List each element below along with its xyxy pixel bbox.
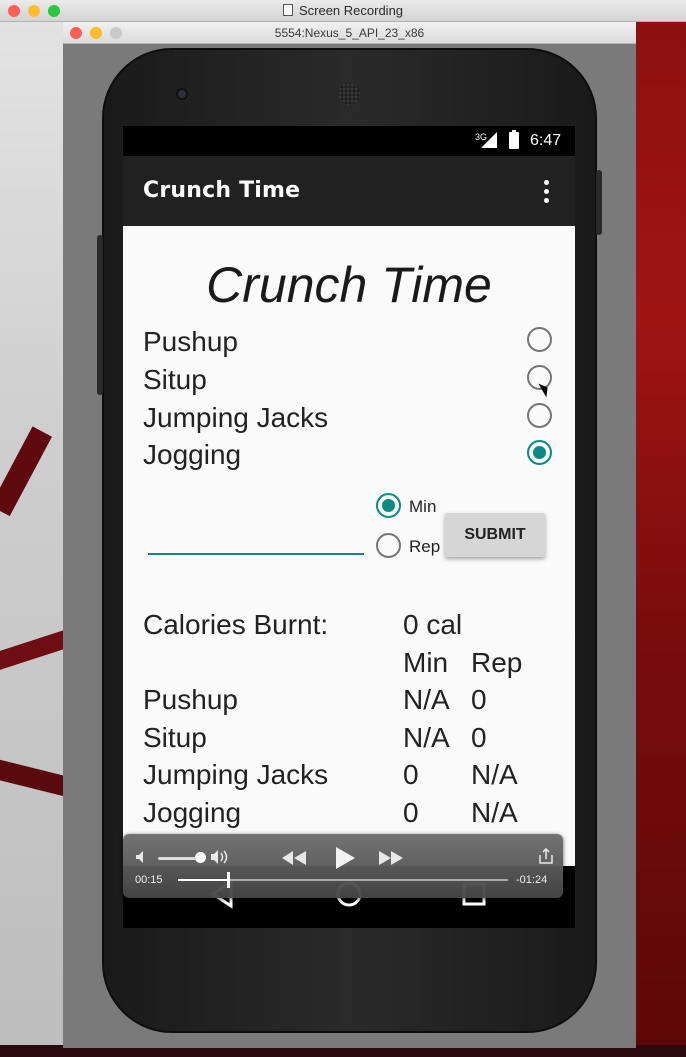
status-bar: 3G 6:47 — [123, 126, 575, 156]
earpiece-speaker — [338, 83, 360, 105]
table-cell-rep: N/A — [471, 797, 518, 828]
volume-high-icon[interactable] — [210, 849, 232, 865]
remaining-time: -01:24 — [516, 874, 548, 886]
scrubber-handle[interactable] — [227, 872, 230, 888]
volume-rocker[interactable] — [97, 235, 103, 395]
front-camera — [176, 88, 188, 100]
play-icon[interactable] — [334, 846, 356, 870]
exercise-label-situp: Situp — [143, 364, 207, 395]
radio-jogging[interactable] — [527, 440, 552, 465]
calories-value: 0 cal — [403, 609, 463, 640]
rewind-icon[interactable] — [281, 850, 307, 866]
calories-label: Calories Burnt: — [143, 609, 329, 640]
table-cell-rep: 0 — [471, 684, 487, 715]
radio-unit-min[interactable] — [376, 493, 401, 518]
table-row-name: Situp — [143, 722, 207, 753]
mac-window-title-bar: Screen Recording — [0, 0, 686, 22]
table-row-name: Jogging — [143, 797, 242, 828]
emulator-title-bar: 5554:Nexus_5_API_23_x86 — [63, 22, 636, 44]
volume-knob[interactable] — [195, 852, 206, 863]
status-time: 6:47 — [530, 132, 562, 149]
table-cell-min: N/A — [403, 722, 450, 753]
submit-button[interactable]: SUBMIT — [445, 513, 545, 557]
column-header-rep: Rep — [471, 647, 523, 678]
main-content: Crunch Time Pushup Situp Jumping Jacks J… — [123, 226, 575, 866]
more-vert-icon[interactable] — [541, 180, 551, 204]
table-cell-rep: N/A — [471, 759, 518, 790]
amount-input[interactable] — [148, 553, 364, 555]
share-icon[interactable] — [539, 848, 553, 864]
app-toolbar: Crunch Time — [123, 156, 575, 226]
document-icon — [282, 4, 293, 16]
column-header-min: Min — [403, 647, 449, 678]
radio-pushup[interactable] — [527, 327, 552, 352]
phone-screen: 3G 6:47 Crunch Time Crunch Time Pushup S… — [123, 126, 575, 928]
scrubber-progress — [178, 879, 228, 881]
elapsed-time: 00:15 — [135, 874, 163, 886]
unit-label-rep: Rep — [409, 537, 441, 556]
volume-low-icon[interactable] — [135, 850, 149, 864]
exercise-label-pushup: Pushup — [143, 326, 238, 357]
desktop-background-left — [0, 0, 91, 1057]
table-cell-min: 0 — [403, 797, 419, 828]
mac-window-title: Screen Recording — [0, 3, 686, 18]
table-cell-rep: 0 — [471, 722, 487, 753]
radio-jumping-jacks[interactable] — [527, 403, 552, 428]
page-title: Crunch Time — [206, 257, 492, 313]
toolbar-title: Crunch Time — [143, 178, 301, 203]
exercise-label-jogging: Jogging — [143, 439, 242, 470]
desktop-background-right — [636, 0, 686, 1057]
table-cell-min: 0 — [403, 759, 419, 790]
unit-label-min: Min — [409, 497, 437, 516]
battery-icon — [509, 130, 519, 149]
radio-unit-rep[interactable] — [376, 533, 401, 558]
fast-forward-icon[interactable] — [378, 850, 404, 866]
signal-icon — [481, 132, 497, 148]
media-player-controls: 00:15 -01:24 — [123, 834, 563, 898]
exercise-label-jumping-jacks: Jumping Jacks — [143, 402, 329, 433]
table-row-name: Jumping Jacks — [143, 759, 329, 790]
power-button[interactable] — [596, 170, 602, 235]
emulator-title: 5554:Nexus_5_API_23_x86 — [274, 26, 425, 40]
table-cell-min: N/A — [403, 684, 450, 715]
table-row-name: Pushup — [143, 684, 238, 715]
